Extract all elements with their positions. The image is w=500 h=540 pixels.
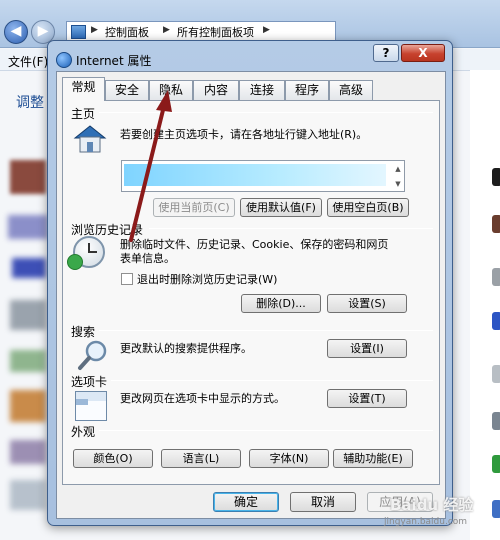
house-icon: [73, 125, 107, 153]
internet-globe-icon: [56, 52, 72, 68]
app-icon: [492, 500, 500, 518]
tab-privacy[interactable]: 隐私: [149, 80, 193, 100]
blurred-item: [10, 480, 46, 510]
tab-general[interactable]: 常规: [62, 77, 105, 101]
divider: [149, 228, 433, 229]
tab-advanced[interactable]: 高级: [329, 80, 373, 100]
homepage-url-value[interactable]: [124, 164, 386, 186]
general-tab-panel: 主页 若要创建主页选项卡，请在各地址行键入地址(R)。 ▲ ▼ 使用当前页(C)…: [62, 100, 440, 485]
scroll-down-icon[interactable]: ▼: [392, 178, 404, 190]
homepage-section-title: 主页: [71, 107, 96, 121]
delete-on-exit-label[interactable]: 退出时删除浏览历史记录(W): [137, 273, 277, 287]
watermark-logo: Baidu 经验: [390, 496, 474, 514]
app-icon: [492, 365, 500, 383]
close-button[interactable]: X: [401, 44, 445, 62]
tab-connections[interactable]: 连接: [239, 80, 285, 100]
control-panel-icon: [71, 25, 86, 39]
app-icon: [492, 412, 500, 430]
explorer-left-link[interactable]: 调整: [16, 92, 44, 112]
refresh-arrow-icon: [67, 254, 83, 270]
internet-properties-dialog: Internet 属性 ? X 常规 安全 隐私 内容 连接 程序 高级 主页 …: [47, 40, 453, 526]
search-section-title: 搜索: [71, 325, 96, 339]
app-icon: [492, 215, 500, 233]
use-blank-button[interactable]: 使用空白页(B): [327, 198, 409, 217]
divider: [99, 330, 433, 331]
delete-history-button[interactable]: 删除(D)...: [241, 294, 321, 313]
tabs-description: 更改网页在选项卡中显示的方式。: [120, 392, 285, 405]
tabs-section-title: 选项卡: [71, 375, 108, 389]
divider: [99, 112, 433, 113]
tabs-settings-button[interactable]: 设置(T): [327, 389, 407, 408]
delete-on-exit-checkbox[interactable]: [121, 273, 133, 285]
divider: [111, 380, 433, 381]
homepage-address-box[interactable]: ▲ ▼: [121, 160, 405, 192]
history-description-line2: 表单信息。: [120, 252, 175, 265]
search-description: 更改默认的搜索提供程序。: [120, 342, 252, 355]
languages-button[interactable]: 语言(L): [161, 449, 241, 468]
ok-button[interactable]: 确定: [213, 492, 279, 512]
search-settings-button[interactable]: 设置(I): [327, 339, 407, 358]
blurred-item: [12, 258, 46, 278]
breadcrumb-all-items[interactable]: 所有控制面板项: [177, 24, 254, 40]
chevron-right-icon: ▶: [263, 25, 270, 35]
homepage-description: 若要创建主页选项卡，请在各地址行键入地址(R)。: [120, 128, 368, 141]
history-description-line1: 删除临时文件、历史记录、Cookie、保存的密码和网页: [120, 238, 389, 251]
history-settings-button[interactable]: 设置(S): [327, 294, 407, 313]
appearance-section-title: 外观: [71, 425, 96, 439]
cancel-button[interactable]: 取消: [290, 492, 356, 512]
blurred-item: [10, 160, 46, 194]
tab-security[interactable]: 安全: [105, 80, 149, 100]
history-section-title: 浏览历史记录: [71, 223, 144, 237]
menu-file[interactable]: 文件(F): [8, 53, 48, 70]
blurred-item: [10, 300, 46, 330]
blurred-item: [8, 215, 48, 239]
blurred-item: [10, 390, 46, 422]
help-button[interactable]: ?: [373, 44, 399, 62]
back-button[interactable]: ◀: [4, 20, 28, 44]
blurred-item: [10, 440, 46, 464]
chevron-right-icon: ▶: [163, 25, 170, 35]
use-current-button[interactable]: 使用当前页(C): [153, 198, 235, 217]
tab-programs[interactable]: 程序: [285, 80, 329, 100]
app-icon: [492, 168, 500, 186]
tab-content[interactable]: 内容: [193, 80, 239, 100]
colors-button[interactable]: 颜色(O): [73, 449, 153, 468]
use-default-button[interactable]: 使用默认值(F): [240, 198, 322, 217]
magnifier-icon: [78, 340, 107, 370]
dialog-title: Internet 属性: [76, 54, 152, 68]
fonts-button[interactable]: 字体(N): [249, 449, 329, 468]
breadcrumb-control-panel[interactable]: 控制面板: [105, 24, 149, 40]
accessibility-button[interactable]: 辅助功能(E): [333, 449, 413, 468]
scroll-up-icon[interactable]: ▲: [392, 163, 404, 175]
tabs-window-icon: [75, 391, 107, 421]
app-icon: [492, 455, 500, 473]
app-icon: [492, 312, 500, 330]
watermark-url: jingyan.baidu.com: [384, 517, 468, 527]
divider: [99, 430, 433, 431]
dialog-client-area: 常规 安全 隐私 内容 连接 程序 高级 主页 若要创建主页选项卡，请在各地址行…: [56, 71, 446, 519]
blurred-item: [10, 350, 46, 372]
chevron-right-icon: ▶: [91, 25, 98, 35]
app-icon: [492, 268, 500, 286]
